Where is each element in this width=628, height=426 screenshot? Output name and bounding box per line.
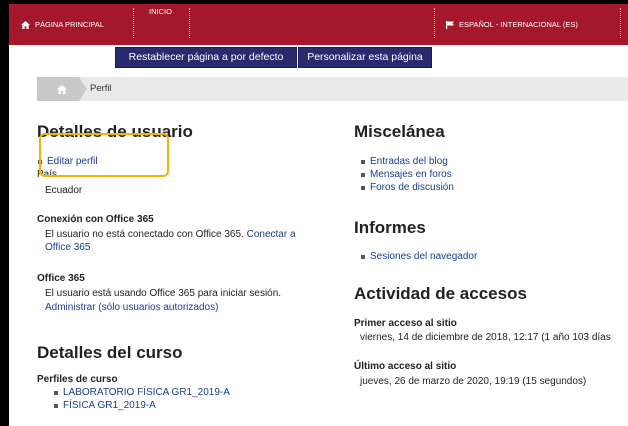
- home-icon: [21, 20, 30, 29]
- home-icon: [57, 85, 67, 94]
- last-access-value: jueves, 26 de marzo de 2020, 19:19 (15 s…: [360, 376, 587, 387]
- access-activity-heading: Actividad de accesos: [354, 284, 527, 303]
- window-frame-left: [0, 0, 9, 426]
- course-profiles-label: Perfiles de curso: [37, 374, 118, 385]
- language-label: ESPAÑOL - INTERNACIONAL (ES): [459, 20, 578, 29]
- customize-page-button[interactable]: Personalizar esta página: [298, 47, 432, 68]
- home-link[interactable]: PÁGINA PRINCIPAL: [21, 20, 104, 29]
- flag-icon: [446, 20, 454, 29]
- nav-separator: [189, 8, 190, 38]
- breadcrumb: Perfil: [37, 77, 628, 101]
- nav-separator: [434, 8, 435, 38]
- office365-admin-link[interactable]: Administrar (sólo usuarios autorizados): [45, 301, 218, 314]
- language-menu[interactable]: ESPAÑOL - INTERNACIONAL (ES): [446, 20, 578, 29]
- reports-heading: Informes: [354, 218, 426, 237]
- connect-office-link[interactable]: Conectar a: [247, 229, 296, 240]
- home-label: PÁGINA PRINCIPAL: [35, 20, 105, 29]
- browser-sessions-link[interactable]: Sesiones del navegador: [360, 250, 477, 263]
- connect-office-link-cont[interactable]: Office 365: [45, 242, 90, 253]
- office-connection-label: Conexión con Office 365: [37, 214, 154, 225]
- breadcrumb-home[interactable]: [37, 77, 87, 101]
- last-access-label: Último acceso al sitio: [354, 361, 457, 372]
- inicio-menu[interactable]: INICIO: [149, 7, 172, 16]
- reset-page-button[interactable]: Restablecer página a por defecto: [115, 47, 297, 68]
- nav-separator: [133, 8, 134, 38]
- page-actions-bar: Restablecer página a por defecto Persona…: [9, 45, 628, 68]
- course-link[interactable]: FÍSICA GR1_2019-A: [53, 399, 230, 412]
- forum-posts-link[interactable]: Mensajes en foros: [360, 168, 454, 181]
- country-value: Ecuador: [45, 185, 83, 196]
- nav-separator: [620, 8, 621, 38]
- office365-text: El usuario está usando Office 365 para i…: [45, 288, 282, 299]
- first-access-value: viernes, 14 de diciembre de 2018, 12:17 …: [360, 332, 611, 343]
- forum-discussions-link[interactable]: Foros de discusión: [360, 181, 454, 194]
- misc-list: Entradas del blog Mensajes en foros Foro…: [360, 155, 454, 194]
- course-details-heading: Detalles del curso: [37, 343, 183, 362]
- reports-list: Sesiones del navegador: [360, 250, 477, 263]
- top-navbar: PÁGINA PRINCIPAL INICIO ESPAÑOL - INTERN…: [9, 4, 628, 45]
- office365-label: Office 365: [37, 273, 85, 284]
- course-link[interactable]: LABORATORIO FÍSICA GR1_2019-A: [53, 386, 230, 399]
- breadcrumb-current: Perfil: [90, 83, 112, 94]
- office-connection-text: El usuario no está conectado con Office …: [45, 228, 325, 254]
- office-connection-status: El usuario no está conectado con Office …: [45, 229, 244, 240]
- first-access-label: Primer acceso al sitio: [354, 318, 457, 329]
- misc-heading: Miscelánea: [354, 122, 445, 141]
- highlight-box: [39, 133, 169, 177]
- blog-entries-link[interactable]: Entradas del blog: [360, 155, 454, 168]
- course-list: LABORATORIO FÍSICA GR1_2019-A FÍSICA GR1…: [53, 386, 230, 412]
